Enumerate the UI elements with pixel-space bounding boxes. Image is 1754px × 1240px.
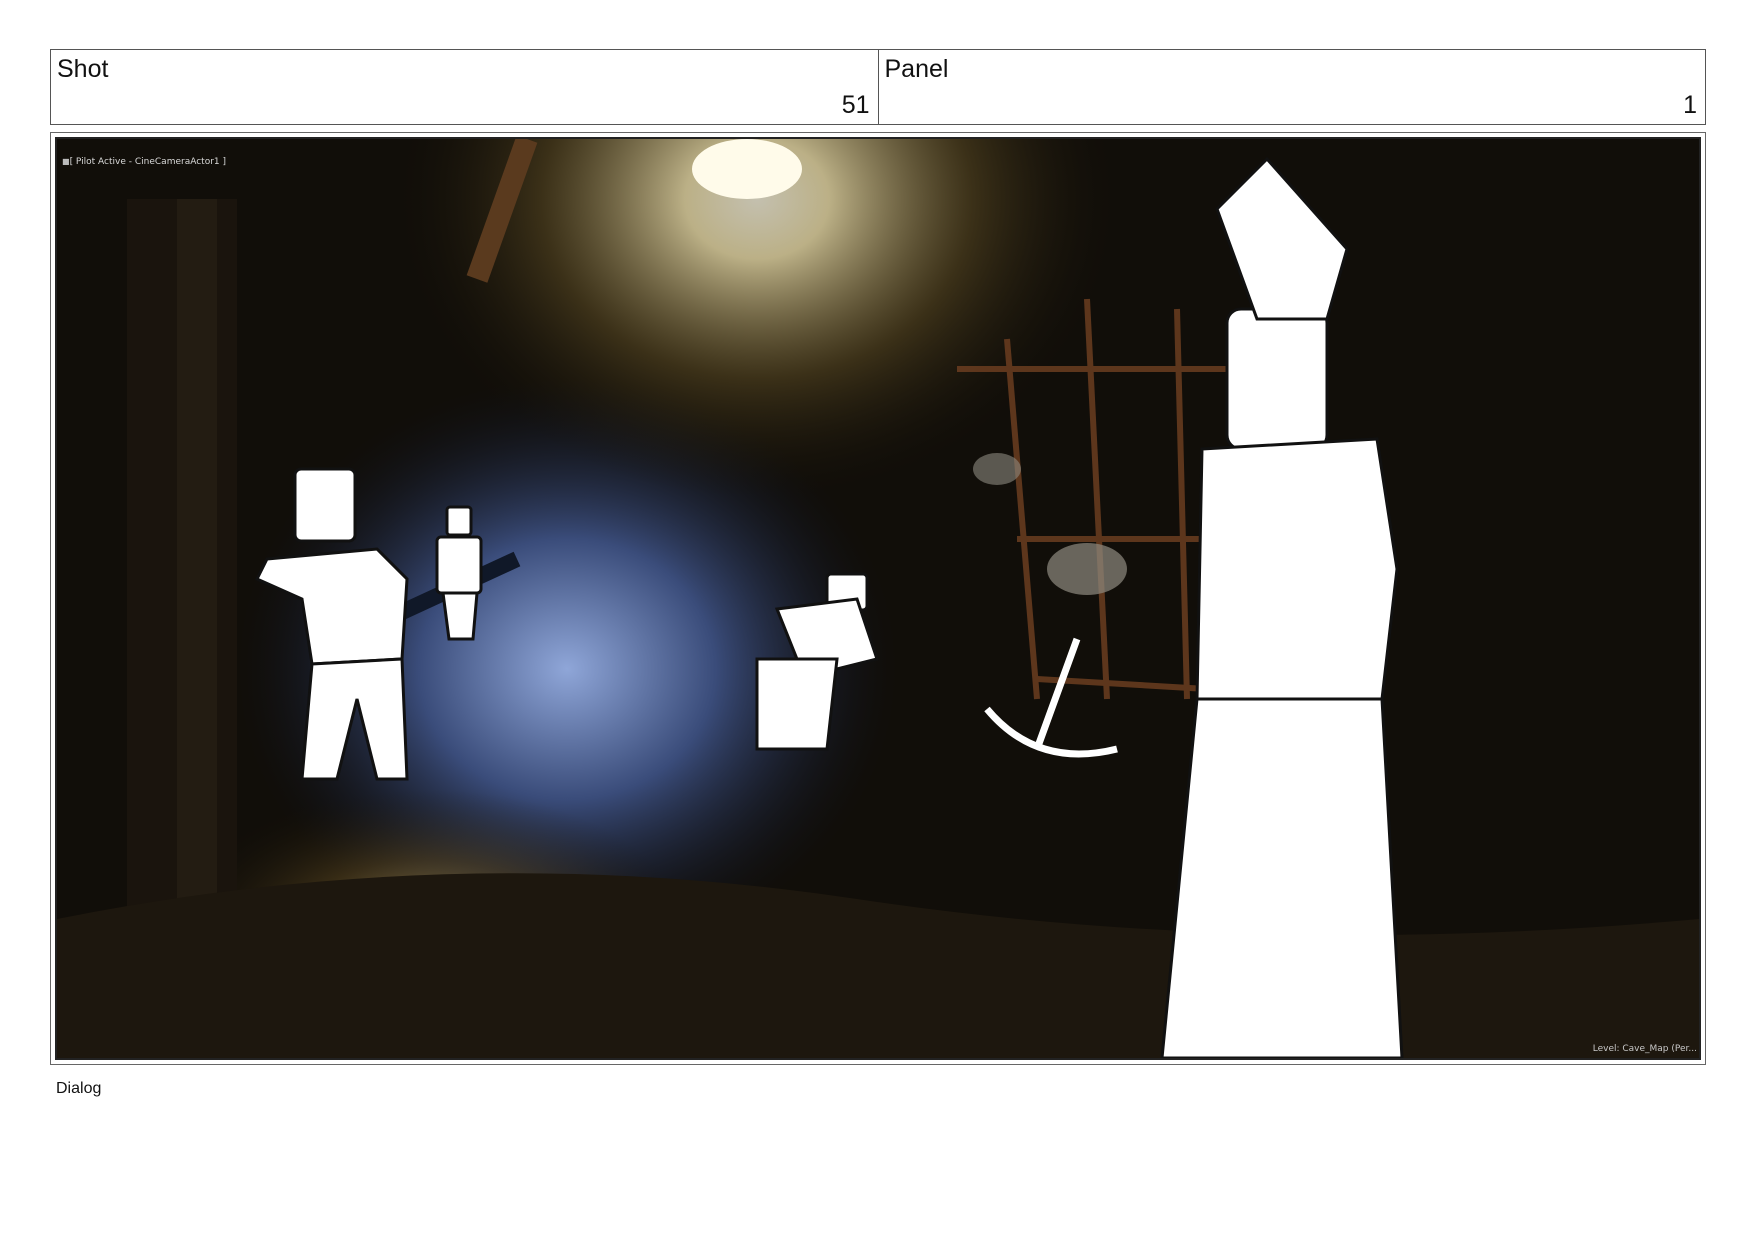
pilot-status-label: [ Pilot Active - CineCameraActor1 ]: [62, 157, 226, 167]
panel-number: 1: [1683, 91, 1697, 119]
dialog-label: Dialog: [56, 1080, 102, 1097]
viewport-image: [ Pilot Active - CineCameraActor1 ] Leve…: [55, 137, 1701, 1060]
level-name-label: Level: Cave_Map (Per...: [1592, 1044, 1697, 1054]
shot-cell: Shot 51: [51, 50, 878, 124]
shot-number: 51: [841, 91, 870, 119]
panel-cell: Panel 1: [877, 50, 1706, 124]
panel-label: Panel: [884, 55, 949, 83]
shot-panel-header: Shot 51 Panel 1: [50, 49, 1706, 125]
shot-label: Shot: [57, 55, 109, 83]
cave-scene-illustration: [57, 139, 1699, 1058]
storyboard-frame: [ Pilot Active - CineCameraActor1 ] Leve…: [50, 132, 1706, 1065]
